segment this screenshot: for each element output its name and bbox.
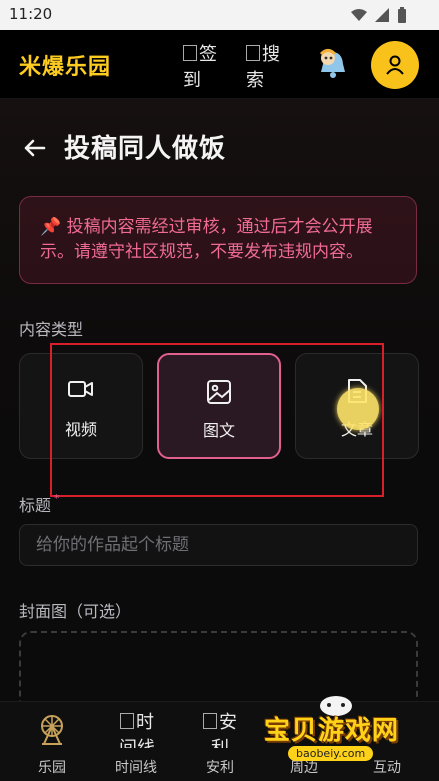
notification-button[interactable]	[318, 48, 352, 84]
cover-label: 封面图（可选）	[19, 602, 132, 621]
tab-recommend[interactable]: 安利 安利	[188, 702, 252, 781]
tab-timeline[interactable]: 时间线 时间线	[104, 702, 168, 781]
tab-paradise[interactable]: 乐园	[20, 702, 84, 781]
site-watermark: 宝贝游戏网 baobeiy.com	[264, 692, 439, 780]
status-time: 11:20	[9, 5, 53, 23]
status-icons	[351, 7, 407, 23]
tab-label-timeline: 时间线	[115, 760, 157, 776]
battery-icon	[398, 7, 406, 23]
user-icon	[386, 55, 404, 75]
user-avatar-button[interactable]	[371, 41, 419, 89]
required-mark: *	[54, 492, 60, 505]
tab-label-recommend: 安利	[206, 760, 234, 776]
title-field-label: 标题 *	[19, 492, 60, 516]
content-type-label: 内容类型	[19, 320, 84, 339]
broken-image-icon	[120, 713, 134, 729]
search-button[interactable]: 搜索	[246, 42, 290, 90]
timeline-broken-image: 时间线	[116, 710, 158, 748]
bell-character-icon	[319, 49, 345, 78]
title-input[interactable]	[20, 525, 417, 565]
signal-icon	[375, 8, 389, 22]
review-notice: 📌 投稿内容需经过审核，通过后才会公开展示。请遵守社区规范，不要发布违规内容。	[19, 196, 417, 284]
status-bar: 11:20	[0, 0, 439, 30]
page-title: 投稿同人做饭	[64, 134, 227, 164]
title-input-wrapper	[19, 524, 418, 566]
checkin-button[interactable]: 签到	[183, 42, 227, 90]
title-label-text: 标题	[19, 496, 52, 515]
tab-label-paradise: 乐园	[38, 760, 66, 776]
broken-image-icon	[246, 45, 260, 61]
broken-image-icon	[203, 713, 217, 729]
back-arrow-icon[interactable]	[20, 133, 50, 163]
highlight-box	[50, 343, 384, 497]
wifi-icon	[351, 9, 367, 21]
notice-text: 📌 投稿内容需经过审核，通过后才会公开展示。请遵守社区规范，不要发布违规内容。	[40, 217, 373, 262]
brand-logo-text[interactable]: 米爆乐园	[19, 49, 111, 81]
ferris-wheel-icon	[41, 715, 63, 745]
broken-image-icon	[183, 45, 197, 61]
recommend-broken-image: 安利	[200, 710, 240, 748]
watermark-url: baobeiy.com	[288, 746, 374, 761]
watermark-text: 宝贝游戏网	[264, 716, 400, 746]
